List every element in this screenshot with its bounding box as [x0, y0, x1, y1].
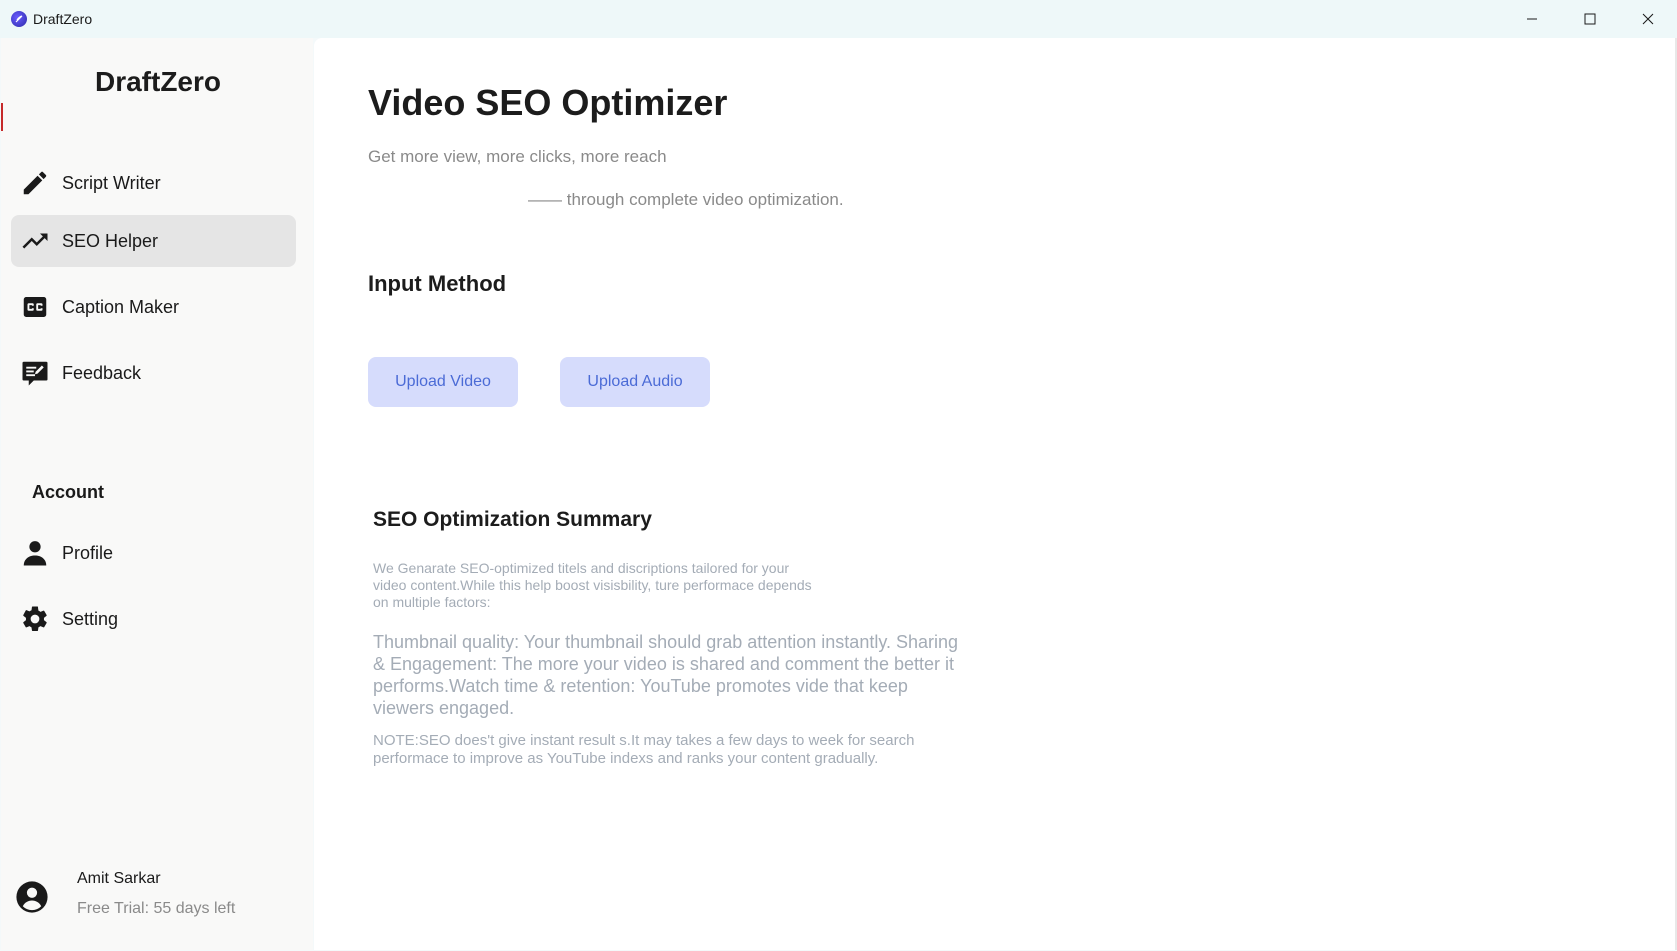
user-info[interactable]: Amit Sarkar Free Trial: 55 days left: [15, 870, 305, 930]
sidebar-item-profile[interactable]: Profile: [11, 527, 296, 579]
user-name: Amit Sarkar: [77, 870, 161, 887]
maximize-button[interactable]: [1561, 0, 1619, 38]
summary-heading: SEO Optimization Summary: [373, 508, 652, 531]
maximize-icon: [1584, 13, 1596, 25]
close-button[interactable]: [1619, 0, 1677, 38]
sidebar-item-seo-helper[interactable]: SEO Helper: [11, 215, 296, 267]
sidebar-item-caption-maker[interactable]: Caption Maker: [11, 281, 296, 333]
person-icon: [20, 538, 50, 568]
gear-icon: [20, 604, 50, 634]
closed-caption-icon: [20, 292, 50, 322]
page-title: Video SEO Optimizer: [368, 82, 728, 123]
sidebar: DraftZero Script Writer SEO Helper Capti…: [1, 38, 313, 950]
sidebar-item-label: Setting: [62, 608, 119, 629]
summary-intro: We Genarate SEO-optimized titels and dis…: [373, 560, 812, 610]
trial-status: Free Trial: 55 days left: [77, 900, 236, 917]
sidebar-item-label: Script Writer: [62, 172, 161, 193]
minimize-button[interactable]: [1503, 0, 1561, 38]
page-subtitle: Get more view, more clicks, more reach: [368, 147, 667, 166]
title-bar: DraftZero: [0, 0, 1677, 38]
summary-body: Thumbnail quality: Your thumbnail should…: [373, 632, 959, 718]
trending-up-icon: [20, 226, 50, 256]
account-section-label: Account: [32, 482, 104, 502]
brand-title: DraftZero: [94, 66, 221, 97]
sidebar-item-label: Caption Maker: [62, 296, 180, 317]
edge-marker: [1, 103, 3, 131]
sidebar-item-label: SEO Helper: [62, 230, 159, 251]
minimize-icon: [1527, 18, 1537, 20]
page-subtitle-continued: —— through complete video optimization.: [528, 190, 844, 209]
upload-video-button[interactable]: Upload Video: [368, 357, 518, 407]
pencil-icon: [20, 168, 50, 198]
input-method-heading: Input Method: [368, 271, 507, 296]
sidebar-item-label: Profile: [62, 542, 114, 563]
sidebar-item-feedback[interactable]: Feedback: [11, 347, 296, 399]
summary-note: NOTE:SEO does't give instant result s.It…: [373, 732, 915, 767]
app-logo-icon: [11, 11, 27, 27]
window-controls: [1503, 0, 1677, 38]
close-icon: [1642, 13, 1654, 25]
feedback-icon: [20, 358, 50, 388]
sidebar-item-setting[interactable]: Setting: [11, 593, 296, 645]
upload-audio-button[interactable]: Upload Audio: [560, 357, 710, 407]
sidebar-item-label: Feedback: [62, 362, 142, 383]
main-content: Video SEO Optimizer Get more view, more …: [314, 38, 1677, 950]
avatar: [16, 881, 48, 913]
window-title: DraftZero: [33, 11, 93, 27]
sidebar-item-script-writer[interactable]: Script Writer: [11, 157, 296, 209]
